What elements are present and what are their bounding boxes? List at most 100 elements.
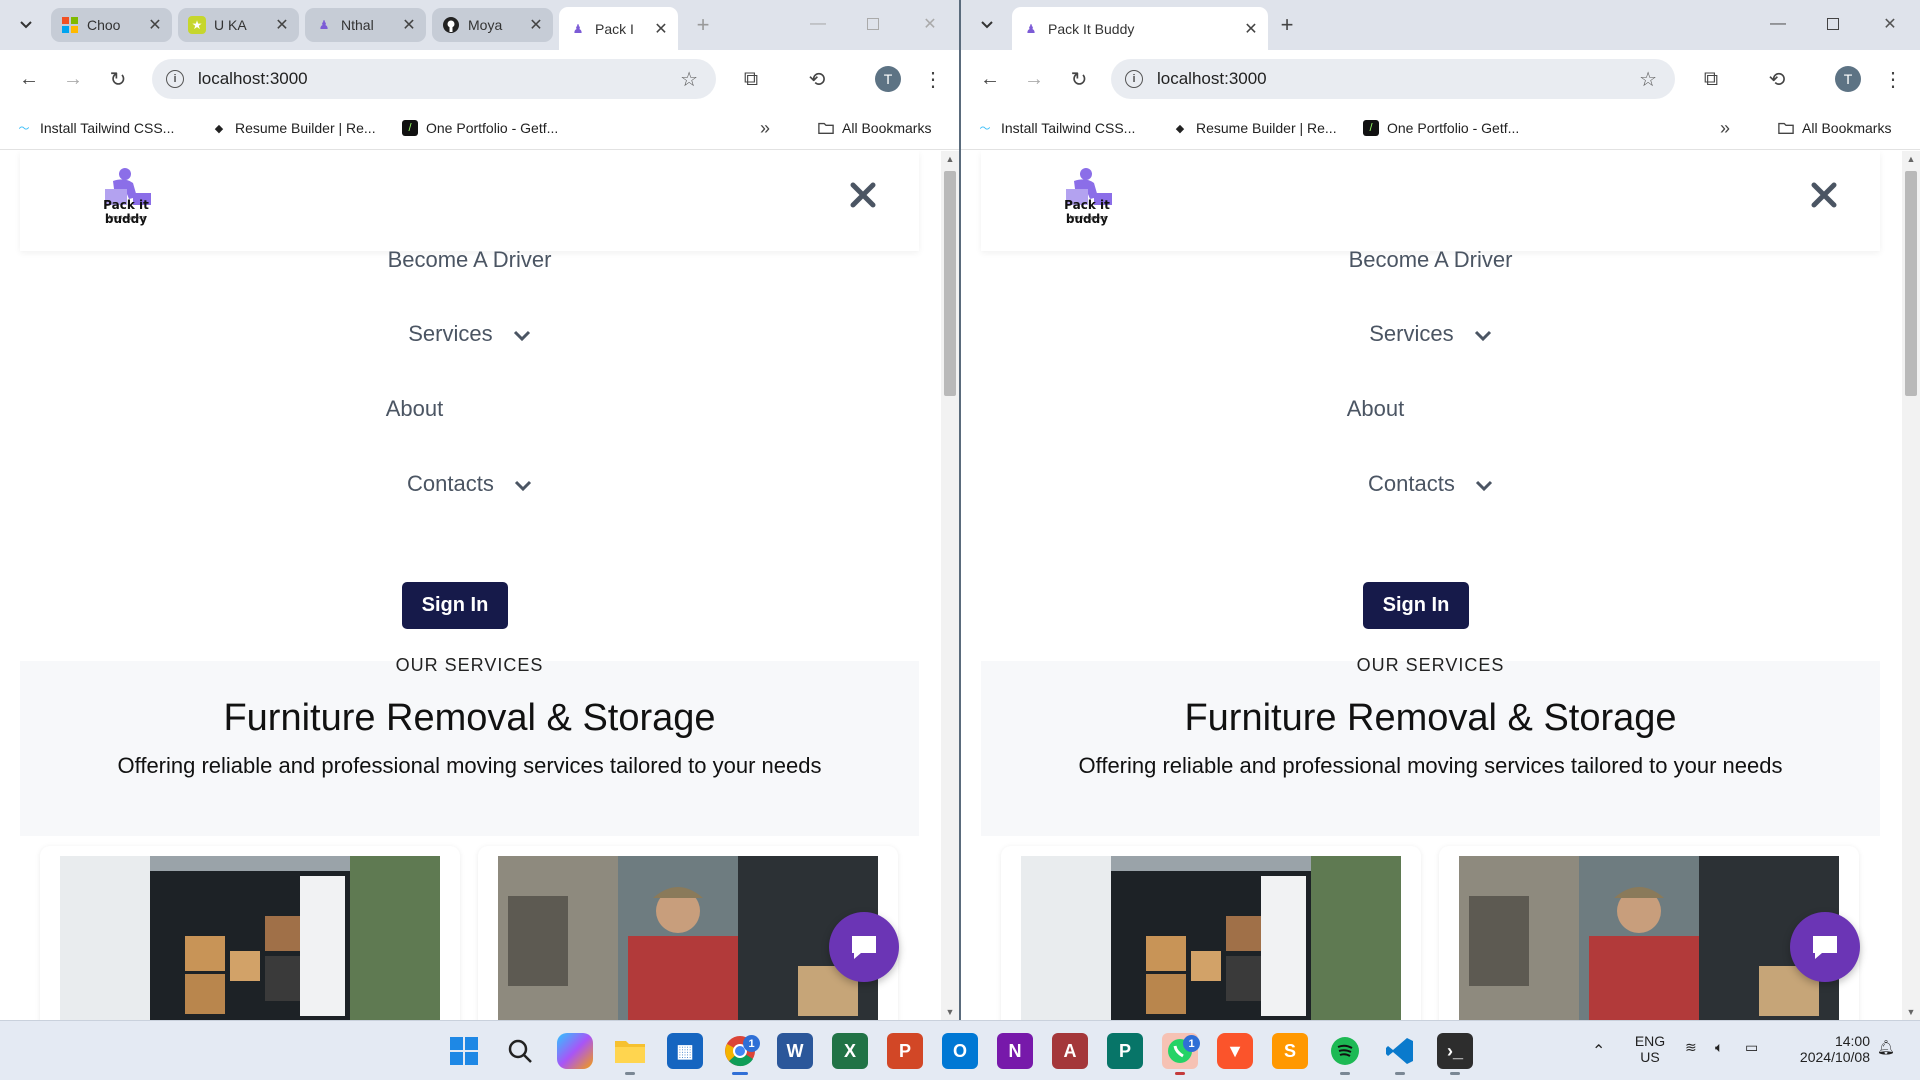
sublime-text-icon[interactable]: S bbox=[1272, 1033, 1308, 1069]
excel-icon[interactable]: X bbox=[832, 1033, 868, 1069]
close-window-button[interactable]: ✕ bbox=[918, 12, 942, 36]
chrome-icon[interactable]: 1 bbox=[722, 1033, 760, 1075]
bookmark-resume-builder[interactable]: ◆ Resume Builder | Re... bbox=[1172, 120, 1337, 136]
site-logo[interactable]: Pack it buddy Move it anywhere bbox=[85, 167, 167, 231]
sign-in-button[interactable]: Sign In bbox=[1363, 582, 1469, 629]
bookmark-tailwind[interactable]: 〜 Install Tailwind CSS... bbox=[16, 120, 175, 136]
access-icon[interactable]: A bbox=[1052, 1033, 1088, 1069]
minimize-button[interactable]: — bbox=[806, 12, 830, 36]
more-bookmarks-icon[interactable]: » bbox=[1720, 118, 1730, 139]
scroll-down-icon[interactable]: ▼ bbox=[1902, 1007, 1920, 1017]
menu-become-driver[interactable]: Become A Driver bbox=[961, 247, 1900, 273]
windows-start-icon[interactable] bbox=[446, 1033, 482, 1069]
page-scrollbar[interactable]: ▲ ▼ bbox=[1902, 151, 1920, 1020]
brave-icon[interactable]: ▼ bbox=[1217, 1033, 1253, 1069]
all-bookmarks-button[interactable]: All Bookmarks bbox=[1778, 120, 1891, 136]
bookmark-one-portfolio[interactable]: / One Portfolio - Getf... bbox=[1363, 120, 1519, 136]
wifi-icon[interactable]: ≋ bbox=[1685, 1039, 1697, 1056]
page-scrollbar[interactable]: ▲ ▼ bbox=[941, 151, 959, 1020]
notification-bell-icon[interactable]: 🔔︎ bbox=[1877, 1039, 1895, 1056]
tab-choose[interactable]: Choo ✕ bbox=[51, 8, 172, 42]
menu-services[interactable]: Services bbox=[0, 321, 939, 348]
tab-nthal[interactable]: ♟ Nthal ✕ bbox=[305, 8, 426, 42]
menu-contacts[interactable]: Contacts bbox=[961, 471, 1900, 498]
tab-pack-it-buddy[interactable]: ♟ Pack It Buddy ✕ bbox=[1012, 7, 1268, 50]
bookmark-resume-builder[interactable]: ◆ Resume Builder | Re... bbox=[211, 120, 376, 136]
battery-icon[interactable]: ▭ bbox=[1745, 1039, 1758, 1056]
browser-menu-button[interactable]: ⋮ bbox=[1878, 64, 1908, 94]
search-icon[interactable] bbox=[502, 1033, 538, 1069]
history-button[interactable]: ⟲ bbox=[802, 64, 832, 94]
bookmark-star-icon[interactable]: ☆ bbox=[1639, 67, 1657, 92]
reload-button[interactable]: ↻ bbox=[103, 64, 133, 94]
bookmark-one-portfolio[interactable]: / One Portfolio - Getf... bbox=[402, 120, 558, 136]
language-indicator[interactable]: ENG US bbox=[1628, 1033, 1672, 1065]
microsoft-store-icon[interactable]: ▦ bbox=[667, 1033, 703, 1069]
bookmark-star-icon[interactable]: ☆ bbox=[680, 67, 698, 92]
scrollbar-thumb[interactable] bbox=[944, 171, 956, 396]
outlook-icon[interactable]: O bbox=[942, 1033, 978, 1069]
close-tab-icon[interactable]: ✕ bbox=[402, 15, 416, 35]
tab-pack-it-buddy[interactable]: ♟ Pack I ✕ bbox=[559, 7, 678, 50]
bookmark-tailwind[interactable]: 〜 Install Tailwind CSS... bbox=[977, 120, 1136, 136]
scroll-up-icon[interactable]: ▲ bbox=[1902, 154, 1920, 164]
copilot-icon[interactable] bbox=[557, 1033, 593, 1069]
tab-u-ka[interactable]: ★ U KA ✕ bbox=[178, 8, 299, 42]
minimize-button[interactable]: — bbox=[1766, 12, 1790, 36]
back-button[interactable]: ← bbox=[975, 64, 1005, 94]
chat-widget-button[interactable] bbox=[1790, 912, 1860, 982]
sign-in-button[interactable]: Sign In bbox=[402, 582, 508, 629]
spotify-icon[interactable] bbox=[1327, 1033, 1363, 1075]
browser-menu-button[interactable]: ⋮ bbox=[918, 64, 948, 94]
close-menu-button[interactable] bbox=[847, 179, 879, 211]
close-tab-icon[interactable]: ✕ bbox=[529, 15, 543, 35]
onenote-icon[interactable]: N bbox=[997, 1033, 1033, 1069]
whatsapp-icon[interactable]: 1 bbox=[1162, 1033, 1200, 1075]
scrollbar-thumb[interactable] bbox=[1905, 171, 1917, 396]
address-bar[interactable]: i localhost:3000 ☆ bbox=[152, 59, 716, 99]
service-card-van[interactable] bbox=[1001, 846, 1421, 1020]
new-tab-button[interactable]: + bbox=[688, 10, 718, 40]
tab-moya[interactable]: Moya ✕ bbox=[432, 8, 553, 42]
menu-about[interactable]: About bbox=[0, 396, 884, 422]
forward-button[interactable]: → bbox=[1019, 64, 1049, 94]
volume-icon[interactable]: 🔈︎ bbox=[1715, 1039, 1723, 1056]
close-tab-icon[interactable]: ✕ bbox=[1244, 19, 1258, 39]
forward-button[interactable]: → bbox=[58, 64, 88, 94]
profile-avatar[interactable]: T bbox=[875, 66, 901, 92]
menu-services[interactable]: Services bbox=[961, 321, 1900, 348]
address-bar[interactable]: i localhost:3000 ☆ bbox=[1111, 59, 1675, 99]
close-tab-icon[interactable]: ✕ bbox=[275, 15, 289, 35]
site-info-icon[interactable]: i bbox=[1125, 70, 1143, 88]
file-explorer-icon[interactable] bbox=[612, 1033, 648, 1075]
extensions-button[interactable]: ⧉ bbox=[736, 64, 766, 94]
close-window-button[interactable]: ✕ bbox=[1878, 12, 1902, 36]
new-tab-button[interactable]: + bbox=[1272, 10, 1302, 40]
maximize-button[interactable] bbox=[1821, 12, 1845, 36]
all-bookmarks-button[interactable]: All Bookmarks bbox=[818, 120, 931, 136]
maximize-button[interactable] bbox=[861, 12, 885, 36]
vscode-icon[interactable] bbox=[1382, 1033, 1418, 1075]
reload-button[interactable]: ↻ bbox=[1064, 64, 1094, 94]
chat-widget-button[interactable] bbox=[829, 912, 899, 982]
extensions-button[interactable]: ⧉ bbox=[1696, 64, 1726, 94]
scroll-up-icon[interactable]: ▲ bbox=[941, 154, 959, 164]
menu-become-driver[interactable]: Become A Driver bbox=[0, 247, 939, 273]
powerpoint-icon[interactable]: P bbox=[887, 1033, 923, 1069]
service-card-van[interactable] bbox=[40, 846, 460, 1020]
tab-search-button[interactable] bbox=[12, 12, 40, 38]
clock[interactable]: 14:00 2024/10/08 bbox=[1778, 1033, 1870, 1065]
close-tab-icon[interactable]: ✕ bbox=[654, 19, 668, 39]
back-button[interactable]: ← bbox=[14, 64, 44, 94]
publisher-icon[interactable]: P bbox=[1107, 1033, 1143, 1069]
close-tab-icon[interactable]: ✕ bbox=[148, 15, 162, 35]
terminal-icon[interactable]: ›_ bbox=[1437, 1033, 1473, 1075]
more-bookmarks-icon[interactable]: » bbox=[760, 118, 770, 139]
site-info-icon[interactable]: i bbox=[166, 70, 184, 88]
site-logo[interactable]: Pack it buddy Move it anywhere bbox=[1046, 167, 1128, 231]
profile-avatar[interactable]: T bbox=[1835, 66, 1861, 92]
menu-about[interactable]: About bbox=[961, 396, 1845, 422]
scroll-down-icon[interactable]: ▼ bbox=[941, 1007, 959, 1017]
history-button[interactable]: ⟲ bbox=[1762, 64, 1792, 94]
close-menu-button[interactable] bbox=[1808, 179, 1840, 211]
